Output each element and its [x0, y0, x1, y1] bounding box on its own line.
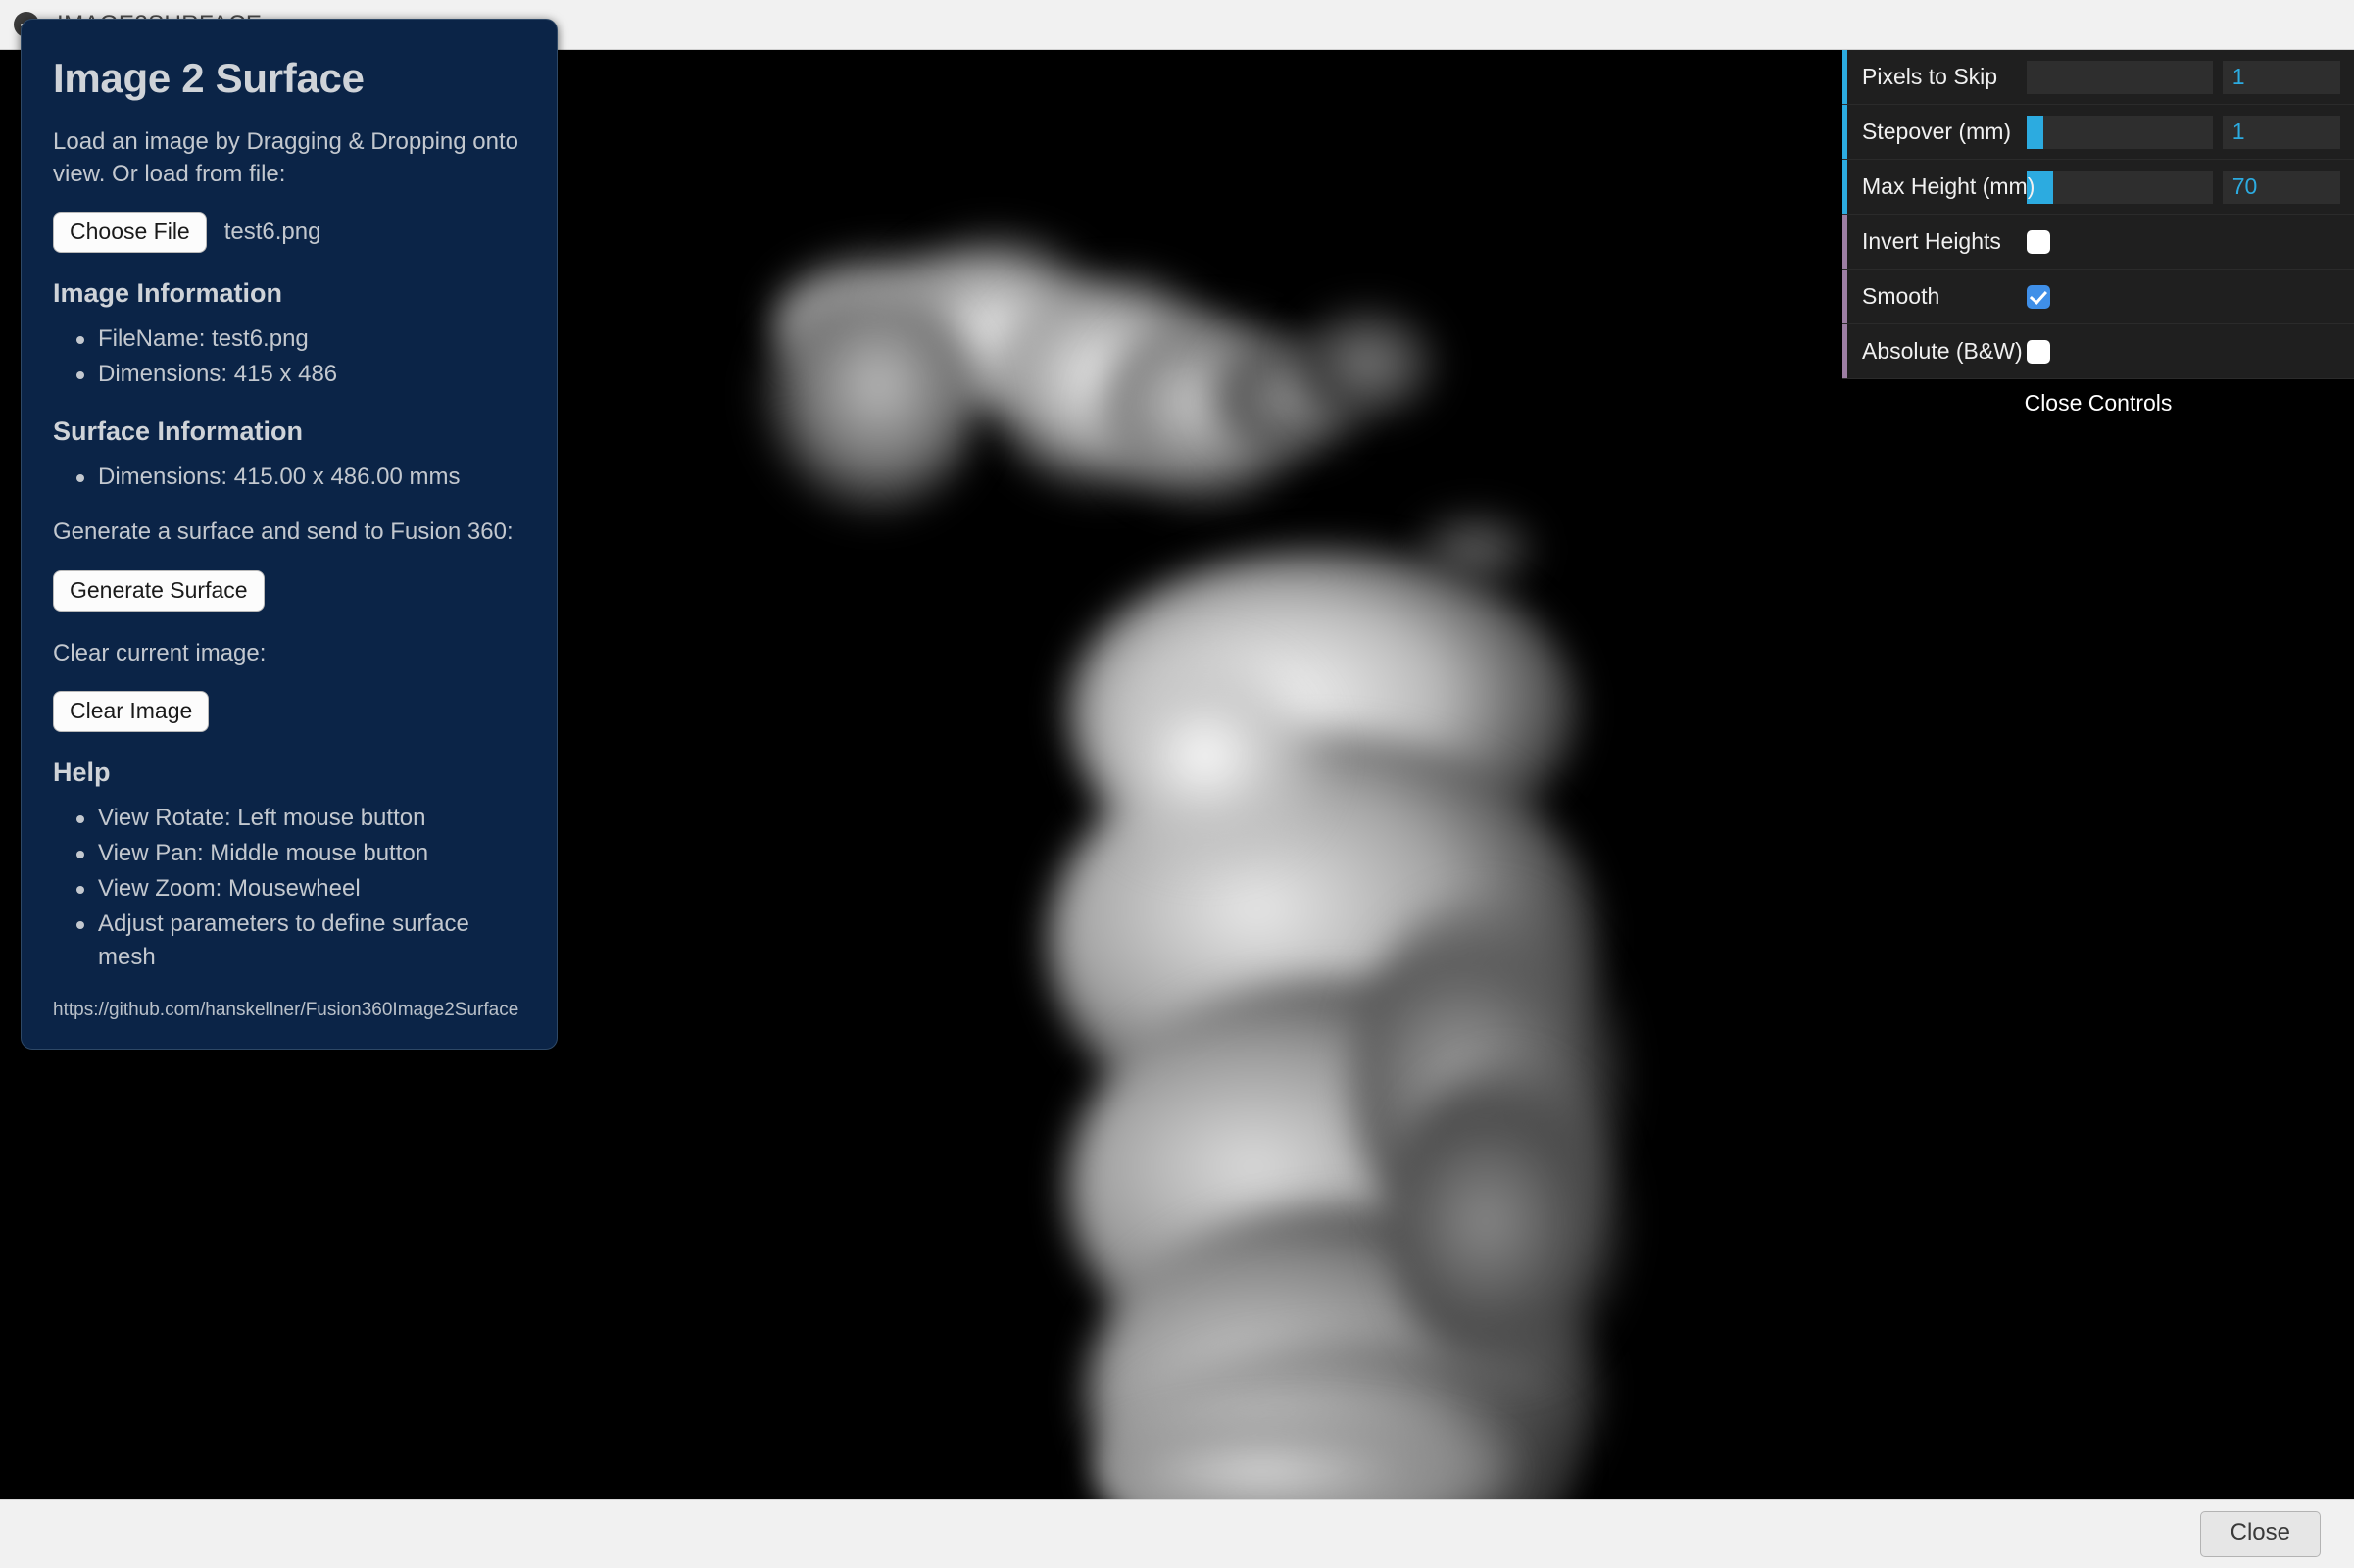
- control-label: Pixels to Skip: [1862, 64, 2027, 90]
- list-item: Adjust parameters to define surface mesh: [53, 907, 525, 974]
- pixels-to-skip-slider[interactable]: [2027, 61, 2213, 94]
- control-label: Invert Heights: [1862, 228, 2027, 255]
- clear-image-button[interactable]: Clear Image: [53, 691, 209, 732]
- control-label: Smooth: [1862, 283, 2027, 310]
- control-widget[interactable]: 70: [2027, 171, 2354, 204]
- slider-fill: [2027, 116, 2043, 149]
- surface-information-heading: Surface Information: [53, 416, 525, 447]
- image-to-surface-panel: Image 2 Surface Load an image by Draggin…: [21, 19, 558, 1050]
- list-item: View Rotate: Left mouse button: [53, 802, 525, 835]
- invert-heights-checkbox[interactable]: [2027, 230, 2050, 254]
- control-row-pixels-to-skip[interactable]: Pixels to Skip 1: [1842, 50, 2354, 105]
- control-row-invert-heights[interactable]: Invert Heights: [1842, 215, 2354, 270]
- selected-file-name: test6.png: [224, 219, 321, 246]
- absolute-bw-checkbox[interactable]: [2027, 340, 2050, 364]
- generate-surface-button[interactable]: Generate Surface: [53, 570, 265, 612]
- list-item: View Pan: Middle mouse button: [53, 837, 525, 870]
- clear-prompt-text: Clear current image:: [53, 637, 525, 669]
- control-widget[interactable]: [2027, 230, 2354, 254]
- control-widget[interactable]: [2027, 340, 2354, 364]
- control-row-max-height[interactable]: Max Height (mm) 70: [1842, 160, 2354, 215]
- list-item: FileName: test6.png: [53, 322, 525, 356]
- control-row-smooth[interactable]: Smooth: [1842, 270, 2354, 324]
- pixels-to-skip-value[interactable]: 1: [2223, 61, 2340, 94]
- image-information-list: FileName: test6.png Dimensions: 415 x 48…: [53, 322, 525, 391]
- surface-information-list: Dimensions: 415.00 x 486.00 mms: [53, 461, 525, 494]
- application-window: IMAGE2SURFACE Image 2 Surface: [0, 0, 2354, 1568]
- controls-panel: Pixels to Skip 1 Stepover (mm) 1 Max Hei…: [1842, 50, 2354, 426]
- close-controls-button[interactable]: Close Controls: [1842, 379, 2354, 426]
- control-widget[interactable]: 1: [2027, 61, 2354, 94]
- control-label: Stepover (mm): [1862, 119, 2027, 145]
- control-row-absolute-bw[interactable]: Absolute (B&W): [1842, 324, 2354, 379]
- control-widget[interactable]: [2027, 285, 2354, 309]
- panel-intro-text: Load an image by Dragging & Dropping ont…: [53, 125, 525, 190]
- stepover-slider[interactable]: [2027, 116, 2213, 149]
- generate-prompt-text: Generate a surface and send to Fusion 36…: [53, 515, 525, 548]
- choose-file-button[interactable]: Choose File: [53, 212, 207, 253]
- max-height-slider[interactable]: [2027, 171, 2213, 204]
- close-button[interactable]: Close: [2200, 1511, 2321, 1556]
- help-heading: Help: [53, 758, 525, 788]
- list-item: Dimensions: 415.00 x 486.00 mms: [53, 461, 525, 494]
- dialog-footer: Close: [0, 1499, 2354, 1568]
- file-picker-row: Choose File test6.png: [53, 212, 525, 253]
- project-repository-link[interactable]: https://github.com/hanskellner/Fusion360…: [53, 1000, 525, 1021]
- stepover-value[interactable]: 1: [2223, 116, 2340, 149]
- help-list: View Rotate: Left mouse button View Pan:…: [53, 802, 525, 974]
- control-label: Max Height (mm): [1862, 173, 2027, 200]
- list-item: Dimensions: 415 x 486: [53, 358, 525, 391]
- control-row-stepover[interactable]: Stepover (mm) 1: [1842, 105, 2354, 160]
- list-item: View Zoom: Mousewheel: [53, 872, 525, 906]
- panel-title: Image 2 Surface: [53, 55, 525, 102]
- max-height-value[interactable]: 70: [2223, 171, 2340, 204]
- smooth-checkbox[interactable]: [2027, 285, 2050, 309]
- image-information-heading: Image Information: [53, 278, 525, 309]
- control-label: Absolute (B&W): [1862, 338, 2027, 365]
- control-widget[interactable]: 1: [2027, 116, 2354, 149]
